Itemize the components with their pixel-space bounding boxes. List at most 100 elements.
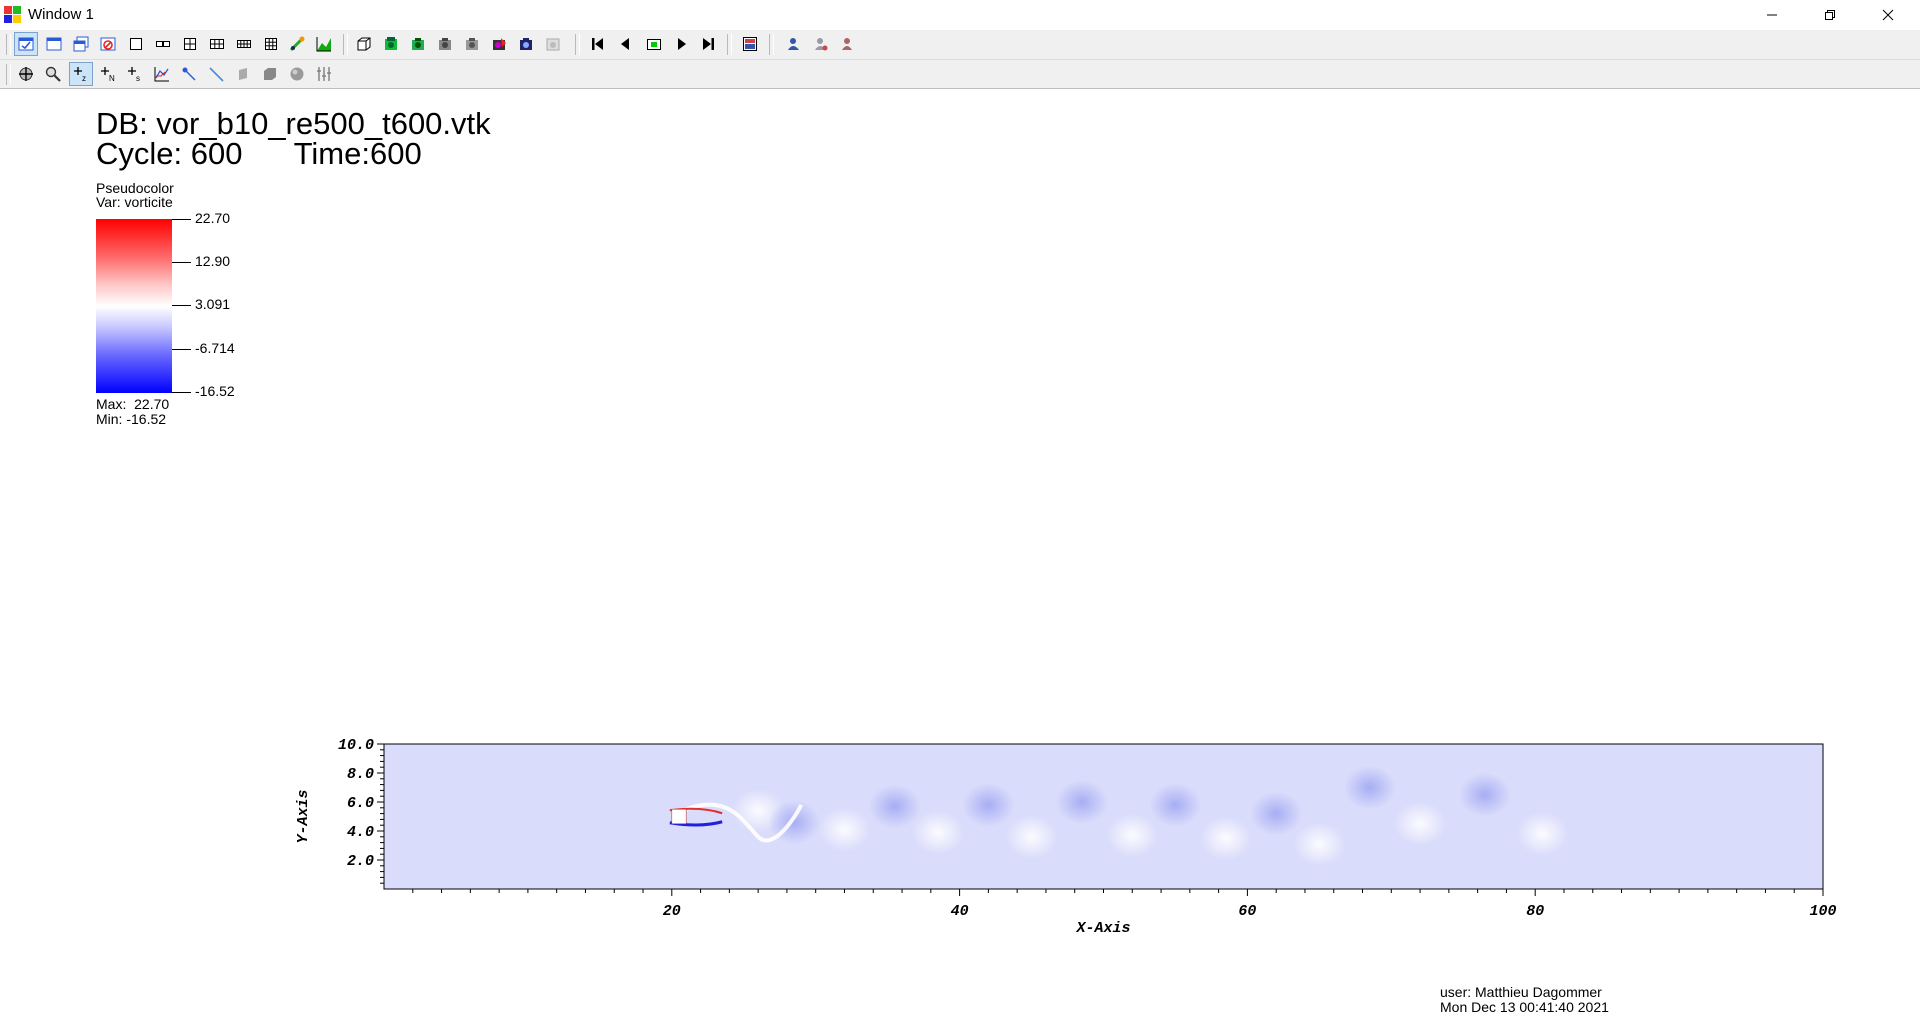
y-tick-label: 2.0 — [347, 853, 374, 870]
new-window-button[interactable] — [43, 33, 65, 55]
y-axis-label: Y-Axis — [295, 789, 312, 843]
new-window-icon — [46, 37, 62, 51]
visualization-window[interactable]: DB: vor_b10_re500_t600.vtk Cycle: 600 Tim… — [0, 89, 1920, 1030]
zoom-button[interactable] — [42, 63, 64, 85]
sphere-tool-button[interactable] — [286, 63, 308, 85]
vortex-blob — [1458, 772, 1511, 817]
x-tick-label: 80 — [1526, 903, 1544, 920]
title-bar: Window 1 — [0, 0, 1920, 30]
layout-2x2-icon — [184, 38, 196, 50]
line-tool-icon — [209, 67, 224, 82]
toolbar-grip[interactable] — [6, 34, 11, 55]
node-pick-button[interactable]: N — [97, 63, 119, 85]
vortex-blob — [1106, 813, 1159, 858]
lineout-tool-button[interactable] — [151, 63, 173, 85]
delete-window-icon — [100, 37, 116, 51]
frame-first-icon — [592, 38, 603, 50]
clear-plots-icon — [466, 38, 478, 50]
hide-plots-button[interactable] — [407, 33, 429, 55]
y-tick-label: 4.0 — [347, 824, 374, 841]
stop-button[interactable] — [643, 33, 665, 55]
frame-first-button[interactable] — [587, 33, 609, 55]
box-tool-button[interactable] — [232, 63, 254, 85]
stop-icon — [647, 39, 661, 50]
restore-icon — [1825, 10, 1835, 20]
play-icon — [678, 38, 686, 50]
lock-time-button[interactable] — [836, 33, 858, 55]
layout-2x4-button[interactable] — [233, 33, 255, 55]
frame-back-button[interactable] — [614, 33, 636, 55]
reopen-icon — [546, 38, 560, 51]
delete-plots-button[interactable] — [434, 33, 456, 55]
sphere-tool-icon — [290, 67, 304, 81]
layout-2x4-icon — [237, 40, 251, 48]
vortex-blob — [1293, 822, 1346, 867]
zone-pick-button[interactable]: z — [69, 62, 93, 86]
visit-app-icon — [4, 6, 21, 23]
plane-tool-button[interactable] — [259, 63, 281, 85]
layout-2x3-icon — [210, 39, 224, 49]
lock-time-icon — [842, 38, 852, 50]
engine-icon — [788, 38, 799, 50]
layout-2x2-button[interactable] — [179, 33, 201, 55]
toolbar-grip[interactable] — [575, 34, 580, 55]
engine-button[interactable] — [783, 33, 805, 55]
navigate-button[interactable] — [15, 63, 37, 85]
lineout-button[interactable] — [313, 33, 335, 55]
hide-plots-icon — [412, 38, 424, 50]
toolbar-grip[interactable] — [6, 64, 11, 85]
main-toolbar — [0, 30, 1920, 60]
x-tick-label: 60 — [1238, 903, 1256, 920]
delete-window-button[interactable] — [97, 33, 119, 55]
x-tick-label: 40 — [951, 903, 969, 920]
toolbar-grip[interactable] — [727, 34, 732, 55]
invert-icon — [289, 36, 305, 52]
vortex-blob — [1250, 791, 1303, 836]
view-3d-button[interactable] — [353, 33, 375, 55]
point-tool-button[interactable] — [178, 63, 200, 85]
play-button[interactable] — [671, 33, 693, 55]
vortex-blob — [1343, 765, 1396, 810]
save-image-button[interactable] — [739, 33, 761, 55]
active-window-icon — [18, 37, 34, 51]
camera-button[interactable] — [515, 33, 537, 55]
restore-button[interactable] — [1801, 0, 1859, 30]
close-button[interactable] — [1859, 0, 1917, 30]
axis-tool-icon — [317, 67, 331, 81]
vortex-blob — [818, 807, 871, 852]
window-title: Window 1 — [28, 6, 94, 23]
toolbar-grip[interactable] — [769, 34, 774, 55]
minimize-button[interactable] — [1743, 0, 1801, 30]
camera-icon — [520, 38, 532, 50]
active-window-button[interactable] — [14, 32, 38, 56]
pseudocolor-plot[interactable]: 20 40 60 80 100 2.0 4.0 6.0 8.0 10.0 X-Axis Y-Axis — [0, 89, 1920, 1030]
axis-tool-button[interactable] — [313, 63, 335, 85]
animate-icon — [493, 38, 506, 50]
navigate-icon — [19, 67, 33, 81]
spreadsheet-pick-button[interactable]: s — [124, 63, 146, 85]
layout-3x3-button[interactable] — [260, 33, 282, 55]
layout-2x3-button[interactable] — [206, 33, 228, 55]
delete-plots-icon — [439, 38, 451, 50]
toolbar-grip[interactable] — [343, 34, 348, 55]
obstacle — [671, 808, 687, 825]
vortex-blob — [868, 784, 921, 829]
reopen-button[interactable] — [542, 33, 564, 55]
animate-button[interactable] — [488, 33, 510, 55]
lock-view-button[interactable] — [810, 33, 832, 55]
clone-window-button[interactable] — [70, 33, 92, 55]
layout-1x2-button[interactable] — [152, 33, 174, 55]
invert-button[interactable] — [286, 33, 308, 55]
clear-plots-button[interactable] — [461, 33, 483, 55]
view-3d-icon — [357, 37, 371, 51]
vortex-blob — [1055, 780, 1108, 824]
close-icon — [1882, 9, 1894, 21]
layout-1x1-button[interactable] — [125, 33, 147, 55]
frame-last-button[interactable] — [697, 33, 719, 55]
clone-window-icon — [73, 36, 89, 52]
frame-last-icon — [703, 38, 714, 50]
draw-plots-button[interactable] — [380, 33, 402, 55]
line-tool-button[interactable] — [205, 63, 227, 85]
spreadsheet-pick-icon: s — [128, 67, 140, 83]
layout-1x1-icon — [130, 38, 142, 50]
